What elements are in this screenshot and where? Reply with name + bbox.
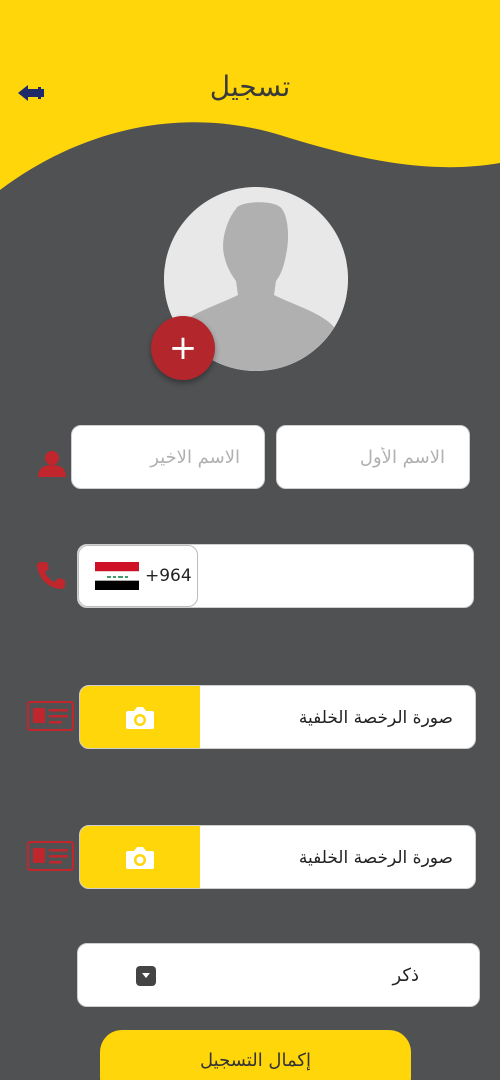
country-code-selector[interactable]: +964 xyxy=(78,545,198,607)
license-back-camera-button-2[interactable] xyxy=(80,826,200,888)
dropdown-arrow-icon xyxy=(136,966,156,986)
dial-code: +964 xyxy=(145,566,192,586)
last-name-field[interactable] xyxy=(71,425,265,489)
license-back-label-2: صورة الرخصة الخلفية xyxy=(298,848,453,868)
phone-input[interactable] xyxy=(204,545,463,607)
license-back-upload-1: صورة الرخصة الخلفية xyxy=(79,685,476,749)
complete-registration-button[interactable]: إكمال التسجيل xyxy=(100,1030,411,1080)
phone-field: +964 xyxy=(77,544,474,608)
page-title: تسجيل xyxy=(209,70,291,103)
first-name-field[interactable] xyxy=(276,425,470,489)
iraq-flag-icon xyxy=(95,562,139,590)
id-card-icon xyxy=(27,701,74,731)
gender-select[interactable]: ذكر xyxy=(77,943,480,1007)
camera-icon xyxy=(126,847,154,869)
add-photo-button[interactable]: + xyxy=(151,316,215,380)
license-back-label-1: صورة الرخصة الخلفية xyxy=(298,708,453,728)
gender-selected-value: ذكر xyxy=(392,965,419,986)
camera-icon xyxy=(126,707,154,729)
plus-icon: + xyxy=(168,328,198,368)
first-name-input[interactable] xyxy=(277,446,445,468)
id-card-icon xyxy=(27,841,74,871)
phone-icon xyxy=(37,562,65,589)
license-back-upload-2: صورة الرخصة الخلفية xyxy=(79,825,476,889)
license-back-camera-button-1[interactable] xyxy=(80,686,200,748)
person-icon xyxy=(38,451,66,477)
last-name-input[interactable] xyxy=(72,446,240,468)
